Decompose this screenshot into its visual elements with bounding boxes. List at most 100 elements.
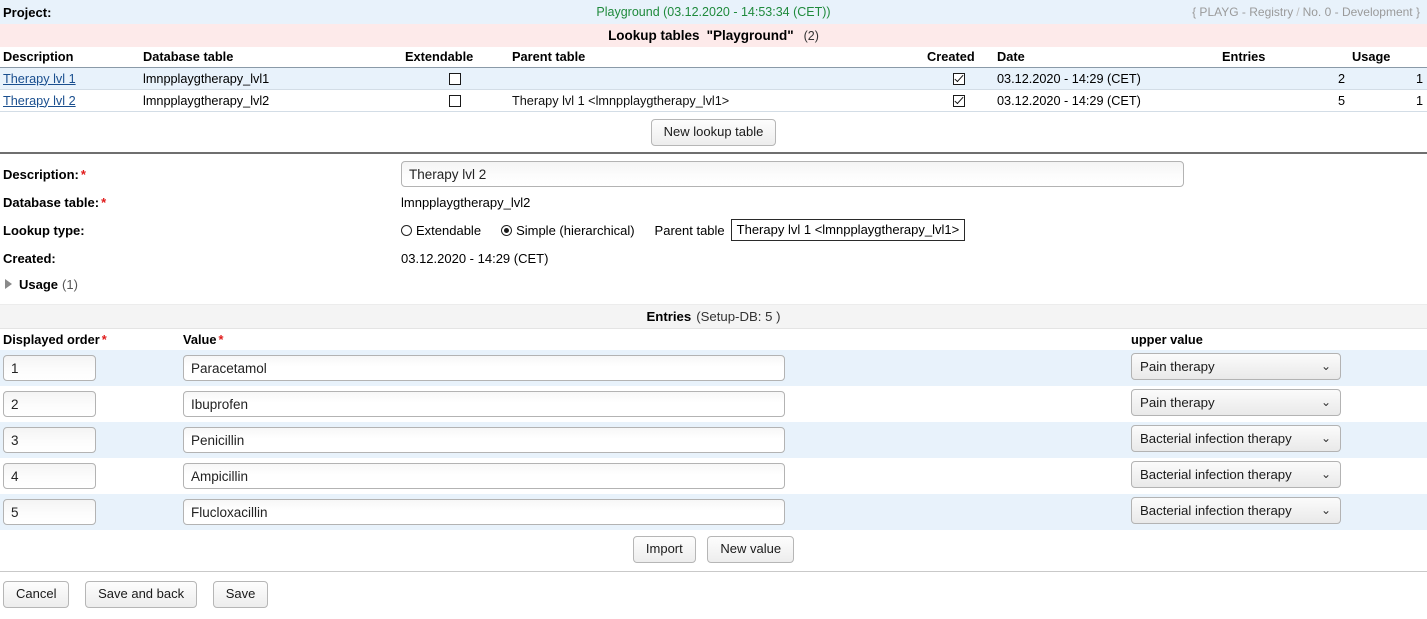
- lookup-row-extendable-cell: [402, 67, 509, 90]
- entry-value-input[interactable]: [183, 499, 785, 525]
- created-row: Created: 03.12.2020 - 14:29 (CET): [0, 244, 1427, 272]
- entry-value-input[interactable]: [183, 427, 785, 453]
- extendable-checkbox[interactable]: [449, 95, 461, 108]
- triangle-right-icon[interactable]: [5, 279, 12, 289]
- lookup-row-parent-cell: Therapy lvl 1 <lmnpplaygtherapy_lvl1>: [509, 89, 924, 112]
- created-checkbox[interactable]: [952, 95, 965, 108]
- entry-upper-value-select[interactable]: Bacterial infection therapy ⌄: [1131, 461, 1341, 488]
- lookup-row-description-cell: Therapy lvl 2: [0, 89, 140, 112]
- entry-upper-value-text: Bacterial infection therapy: [1140, 431, 1292, 446]
- entry-value-cell: [180, 422, 1128, 458]
- entry-value-cell: [180, 494, 1128, 530]
- lookup-row-dbtable-cell: lmnpplaygtherapy_lvl2: [140, 89, 402, 112]
- registry-code: { PLAYG - Registry: [1192, 5, 1294, 19]
- parent-table-value-box[interactable]: Therapy lvl 1 <lmnpplaygtherapy_lvl1>: [730, 219, 966, 241]
- new-value-button[interactable]: New value: [707, 536, 795, 563]
- entry-upper-value-select[interactable]: Pain therapy ⌄: [1131, 389, 1341, 416]
- entry-order-cell: [0, 422, 180, 458]
- lookup-row-parent-cell: [509, 67, 924, 90]
- radio-simple-hierarchical[interactable]: [501, 224, 513, 236]
- entry-upper-cell: Pain therapy ⌄: [1128, 350, 1427, 386]
- col-header-entries: Entries: [1219, 47, 1349, 68]
- chevron-down-icon: ⌄: [1320, 395, 1331, 409]
- col-header-extendable: Extendable: [402, 47, 509, 68]
- description-value: [401, 161, 1184, 187]
- radio-simple-hierarchical-label[interactable]: Simple (hierarchical): [516, 223, 634, 238]
- entry-value-cell: [180, 350, 1128, 386]
- description-input[interactable]: [401, 161, 1184, 187]
- entries-title: Entries: [646, 309, 692, 324]
- database-table-label: Database table: *: [3, 195, 401, 210]
- entry-order-cell: [0, 386, 180, 422]
- entries-actions-row: Import New value: [0, 530, 1427, 571]
- lookup-link-therapy-lvl-1[interactable]: Therapy lvl 1: [3, 72, 76, 86]
- entry-row: Pain therapy ⌄: [0, 350, 1427, 386]
- entry-order-input[interactable]: [3, 427, 96, 453]
- lookup-row-usage-cell: 1: [1349, 67, 1427, 90]
- entry-upper-value-select[interactable]: Bacterial infection therapy ⌄: [1131, 425, 1341, 452]
- registry-separator: /: [1296, 5, 1300, 19]
- database-table-value: lmnpplaygtherapy_lvl2: [401, 194, 531, 210]
- section-title-bar: Lookup tables "Playground" (2): [0, 24, 1427, 47]
- database-table-label-text: Database table:: [3, 194, 100, 210]
- registry-info: { PLAYG - Registry / No. 0 - Development }: [1192, 5, 1420, 19]
- entries-header-row: Displayed order * Value * upper value: [0, 329, 1427, 350]
- lookup-type-options: Extendable Simple (hierarchical) Parent …: [401, 219, 966, 241]
- radio-extendable[interactable]: [401, 224, 412, 236]
- table-row[interactable]: Therapy lvl 2 lmnpplaygtherapy_lvl2 Ther…: [0, 89, 1427, 112]
- import-button[interactable]: Import: [632, 536, 696, 563]
- created-checkbox[interactable]: [952, 73, 965, 86]
- entry-upper-cell: Pain therapy ⌄: [1128, 386, 1427, 422]
- required-marker: *: [101, 194, 107, 210]
- entry-row: Bacterial infection therapy ⌄: [0, 422, 1427, 458]
- entry-order-input[interactable]: [3, 499, 96, 525]
- chevron-down-icon: ⌄: [1320, 359, 1331, 373]
- lookup-type-label: Lookup type:: [3, 222, 85, 238]
- section-title-count: (2): [803, 28, 819, 43]
- chevron-down-icon: ⌄: [1320, 467, 1331, 481]
- required-marker: *: [218, 332, 224, 347]
- new-lookup-table-row: New lookup table: [0, 112, 1427, 152]
- description-label: Description: *: [3, 167, 401, 182]
- entries-table: Displayed order* Value* upper value Pain…: [0, 329, 1427, 530]
- usage-label: Usage: [19, 276, 59, 292]
- lookup-row-date-cell: 03.12.2020 - 14:29 (CET): [994, 89, 1219, 112]
- cancel-button[interactable]: Cancel: [3, 581, 70, 608]
- lookup-row-description-cell: Therapy lvl 1: [0, 67, 140, 90]
- entry-upper-cell: Bacterial infection therapy ⌄: [1128, 494, 1427, 530]
- entry-upper-value-select[interactable]: Bacterial infection therapy ⌄: [1131, 497, 1341, 524]
- entry-upper-value-text: Pain therapy: [1140, 395, 1215, 410]
- new-lookup-table-button[interactable]: New lookup table: [650, 119, 777, 146]
- lookup-tables-table: Description Database table Extendable Pa…: [0, 47, 1427, 112]
- entry-upper-value-select[interactable]: Pain therapy ⌄: [1131, 353, 1341, 380]
- entry-value-input[interactable]: [183, 391, 785, 417]
- entry-order-input[interactable]: [3, 463, 96, 489]
- col-header-date: Date: [994, 47, 1219, 68]
- extendable-checkbox[interactable]: [449, 73, 461, 86]
- project-bar: Project: Playground (03.12.2020 - 14:53:…: [0, 0, 1427, 24]
- entry-value-input[interactable]: [183, 355, 785, 381]
- entry-value-input[interactable]: [183, 463, 785, 489]
- entries-count: (Setup-DB: 5 ): [696, 309, 781, 324]
- entry-upper-value-text: Bacterial infection therapy: [1140, 467, 1292, 482]
- col-header-description: Description: [0, 47, 140, 68]
- lookup-link-therapy-lvl-2[interactable]: Therapy lvl 2: [3, 94, 76, 108]
- entries-col-header-order: Displayed order *: [0, 329, 180, 350]
- save-and-back-button[interactable]: Save and back: [85, 581, 198, 608]
- lookup-row-date-cell: 03.12.2020 - 14:29 (CET): [994, 67, 1219, 90]
- parent-table-label: Parent table: [654, 222, 725, 238]
- save-button[interactable]: Save: [212, 581, 269, 608]
- entry-row: Bacterial infection therapy ⌄: [0, 494, 1427, 530]
- chevron-down-icon: ⌄: [1320, 503, 1331, 517]
- usage-disclosure-row[interactable]: Usage (1): [0, 272, 1427, 296]
- description-row: Description: *: [0, 160, 1427, 188]
- entry-order-input[interactable]: [3, 391, 96, 417]
- entry-order-input[interactable]: [3, 355, 96, 381]
- table-row[interactable]: Therapy lvl 1 lmnpplaygtherapy_lvl1 03.1…: [0, 67, 1427, 90]
- lookup-row-dbtable-cell: lmnpplaygtherapy_lvl1: [140, 67, 402, 90]
- entry-order-cell: [0, 458, 180, 494]
- section-title-project: "Playground": [706, 28, 794, 43]
- entry-order-cell: [0, 494, 180, 530]
- entries-col-header-value: Value *: [180, 329, 1128, 350]
- radio-extendable-label[interactable]: Extendable: [416, 223, 481, 238]
